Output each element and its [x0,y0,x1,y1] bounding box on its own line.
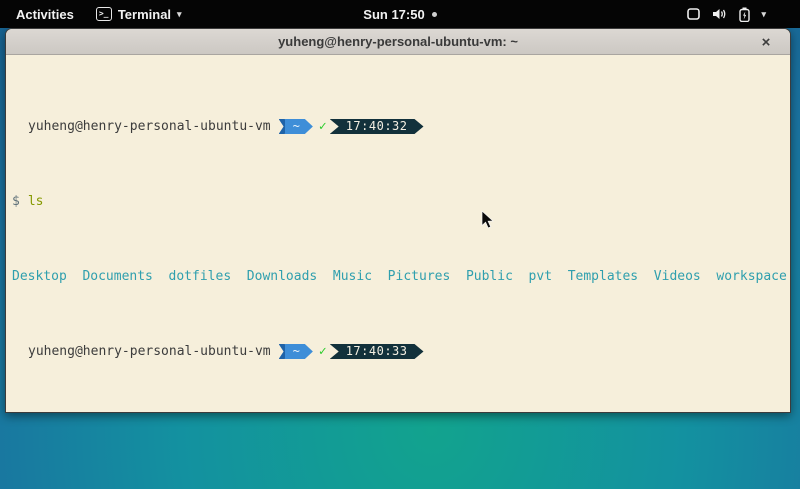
status-check-icon: ✓ [319,344,327,359]
powerline-cwd-segment: ~ [279,344,313,359]
battery-charging-icon [739,7,750,22]
window-titlebar[interactable]: yuheng@henry-personal-ubuntu-vm: ~ × [6,29,790,55]
notification-dot-icon [432,12,437,17]
terminal-app-icon: >_ [96,7,112,21]
powerline-cwd-segment: ~ [279,119,313,134]
cwd-label: ~ [285,344,313,359]
top-bar: Activities >_ Terminal ▾ Sun 17:50 ▾ [0,0,800,28]
volume-icon [712,7,728,21]
app-menu-label: Terminal [118,7,171,22]
app-menu-terminal[interactable]: >_ Terminal ▾ [96,7,182,22]
chevron-down-icon: ▾ [177,9,182,20]
prompt-timestamp: 17:40:33 [330,344,424,359]
chevron-down-icon: ▾ [761,9,766,20]
mouse-cursor-icon [481,210,494,229]
ls-output-line: Desktop Documents dotfiles Downloads Mus… [12,269,790,284]
activities-button[interactable]: Activities [12,5,78,24]
prompt-sign: $ [12,194,20,209]
system-status-menu[interactable]: ▾ [686,7,800,22]
clock-label: Sun 17:50 [363,7,424,22]
command-line: $ ls [12,194,790,209]
status-check-icon: ✓ [319,119,327,134]
prompt-line-1: yuheng@henry-personal-ubuntu-vm ~ ✓ 17:4… [12,119,790,134]
terminal-content[interactable]: yuheng@henry-personal-ubuntu-vm ~ ✓ 17:4… [6,55,790,413]
cwd-label: ~ [285,119,313,134]
prompt-host: yuheng@henry-personal-ubuntu-vm [28,344,271,359]
prompt-host: yuheng@henry-personal-ubuntu-vm [28,119,271,134]
typed-command: ls [28,194,44,209]
network-wired-icon [686,7,701,21]
prompt-line-2: yuheng@henry-personal-ubuntu-vm ~ ✓ 17:4… [12,344,790,359]
prompt-timestamp: 17:40:32 [330,119,424,134]
close-button[interactable]: × [756,32,776,52]
window-title: yuheng@henry-personal-ubuntu-vm: ~ [278,34,518,49]
terminal-window: yuheng@henry-personal-ubuntu-vm: ~ × yuh… [5,28,791,413]
